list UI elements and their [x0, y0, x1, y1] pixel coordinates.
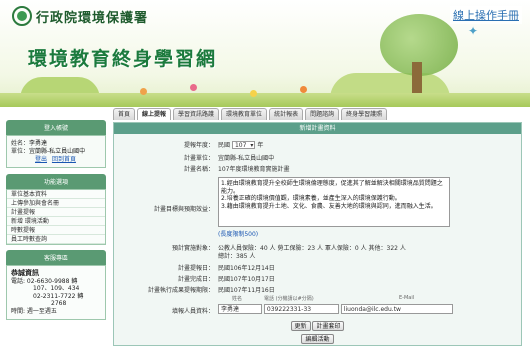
site-title: 環境教育終身學習網	[28, 48, 218, 70]
decor-flower	[300, 86, 307, 93]
tab-online-report[interactable]: 線上提報	[137, 108, 172, 120]
contact-line: 2768	[51, 300, 67, 307]
agency-name: 行政院環境保護署	[36, 10, 149, 26]
contact-org: 恭誠資訊	[11, 269, 39, 277]
people-label: 預計實施對象：	[171, 245, 214, 252]
finish-date-label: 計畫完成日：	[177, 276, 214, 283]
year-prefix: 民國	[218, 142, 231, 149]
tab-statistics[interactable]: 統計報表	[269, 108, 304, 120]
login-info: 姓名：李勇達 單位：宜蘭縣-私立員山國中 登出 回到首頁	[6, 135, 106, 168]
year-suffix: 年	[257, 142, 264, 149]
site-header: ✦ 行政院環境保護署 環境教育終身學習網 線上操作手冊	[0, 0, 530, 107]
online-manual-link[interactable]: 線上操作手冊	[450, 6, 522, 24]
goal-line: 1.經由環境教育提升全校師生環境倫理態度，促進其了解並解決相關環境品質問題之能力…	[221, 180, 443, 195]
contact-panel-title: 客服專區	[6, 250, 106, 265]
agency-logo[interactable]: 行政院環境保護署	[12, 6, 148, 26]
plan-name-label: 計畫名稱：	[183, 166, 214, 173]
plan-unit-value: 宜蘭縣-私立員山國中	[218, 155, 275, 162]
function-panel-title: 功能選項	[6, 174, 106, 189]
people-total: 總計：385 人	[218, 253, 256, 260]
user-unit: 宜蘭縣-私立員山國中	[29, 148, 86, 155]
tab-env-units[interactable]: 環境教育單位	[221, 108, 268, 120]
epa-logo-icon	[12, 6, 32, 26]
contact-label: 填報人員資料：	[171, 308, 214, 315]
unit-label: 單位：	[11, 148, 30, 155]
decor-flower	[190, 84, 197, 91]
menu-item-add-activity[interactable]: 新增 環境活動	[7, 217, 105, 226]
menu-item-upload-roster[interactable]: 上傳參加與會名冊	[7, 199, 105, 208]
contact-phone-input[interactable]: 039222331-33	[263, 304, 339, 314]
sidebar: 登入帳號 姓名：李勇達 單位：宜蘭縣-私立員山國中 登出 回到首頁 功能選項 單…	[6, 120, 106, 320]
home-link[interactable]: 回到首頁	[52, 156, 76, 163]
submit-date-label: 計畫提報日：	[177, 265, 214, 272]
exec-date-label: 計畫執行成果提報期限：	[147, 287, 214, 294]
decor-flower	[250, 90, 257, 97]
tab-passport[interactable]: 終身學習護照	[341, 108, 388, 120]
col-phone-header: 電話 (分機請以#分隔)	[264, 296, 314, 302]
name-label: 姓名：	[11, 140, 30, 147]
decor-flower	[140, 88, 147, 95]
contact-line: 電話: 02-6630-9988 轉	[11, 277, 78, 285]
main-nav-tabs: 首頁 線上提報 學習資訊路護 環境教育單位 統計報表 問題諮詢 終身學習護照	[113, 108, 530, 120]
user-name: 李勇達	[29, 140, 48, 147]
decor-tree-trunk	[412, 62, 422, 96]
contact-name-input[interactable]: 李勇達	[218, 304, 262, 314]
tab-faq[interactable]: 問題諮詢	[305, 108, 340, 120]
dragonfly-icon: ✦	[468, 24, 479, 38]
tab-home[interactable]: 首頁	[113, 108, 136, 120]
col-email-header: E-Mail	[399, 295, 415, 301]
login-panel-title: 登入帳號	[6, 120, 106, 135]
update-button[interactable]: 更新	[290, 321, 311, 331]
goal-label: 計畫目標與預期效益：	[153, 206, 214, 213]
exec-date-value: 民國107年11月16日	[218, 287, 275, 294]
plan-unit-label: 計畫單位：	[183, 155, 214, 162]
year-select[interactable]: 107	[231, 141, 256, 149]
menu-item-staff-hours[interactable]: 員工時數查詢	[7, 235, 105, 244]
tab-learning-info[interactable]: 學習資訊路護	[173, 108, 220, 120]
goal-textarea[interactable]: 1.經由環境教育提升全校師生環境倫理態度，促進其了解並解決相關環境品質問題之能力…	[218, 177, 450, 227]
contact-info: 恭誠資訊 電話: 02-6630-9988 轉 107、109、434 02-2…	[6, 265, 106, 320]
menu-item-plan-report[interactable]: 計畫提報	[7, 208, 105, 217]
form-title: 新增計畫資料	[114, 123, 521, 134]
contact-line: 02-2311-7722 轉	[33, 292, 84, 300]
print-plan-button[interactable]: 計畫套印	[312, 321, 345, 331]
menu-item-hours-report[interactable]: 時數提報	[7, 226, 105, 235]
activity-actions: 編輯活動	[114, 334, 521, 344]
plan-form: 新增計畫資料 提報年度： 民國 107 年 計畫單位： 宜蘭縣-私立員山國中 計…	[113, 122, 522, 346]
length-limit-note: (長度限制500)	[218, 231, 259, 238]
col-name-header: 姓名	[232, 296, 243, 302]
year-label: 提報年度：	[183, 142, 214, 149]
finish-date-value: 民國107年10月17日	[218, 276, 275, 283]
logout-link[interactable]: 登出	[35, 156, 47, 163]
function-menu: 單位基本資料 上傳參加與會名冊 計畫提報 新增 環境活動 時數提報 員工時數查詢	[6, 189, 106, 245]
plan-name-value: 107年度環境教育實施計畫	[218, 166, 290, 173]
submit-date-value: 民國106年12月14日	[218, 265, 275, 272]
contact-line: 107、109、434	[33, 285, 80, 292]
contact-line: 時間: 週一至週五	[11, 307, 57, 315]
edit-activity-button[interactable]: 編輯活動	[301, 334, 334, 344]
goal-line: 2.培養正確的環境價值觀，環境素養，並產生深入的環境保護行動。	[221, 195, 401, 202]
goal-line: 3.藉由環境教育提升土地、文化、食農、友善大地的環境與認同，進而融入生活。	[221, 202, 437, 210]
form-actions: 更新 計畫套印	[114, 321, 521, 331]
menu-item-unit-info[interactable]: 單位基本資料	[7, 190, 105, 199]
decor-grass	[0, 93, 530, 107]
contact-email-input[interactable]: liuonda@ilc.edu.tw	[340, 304, 453, 314]
